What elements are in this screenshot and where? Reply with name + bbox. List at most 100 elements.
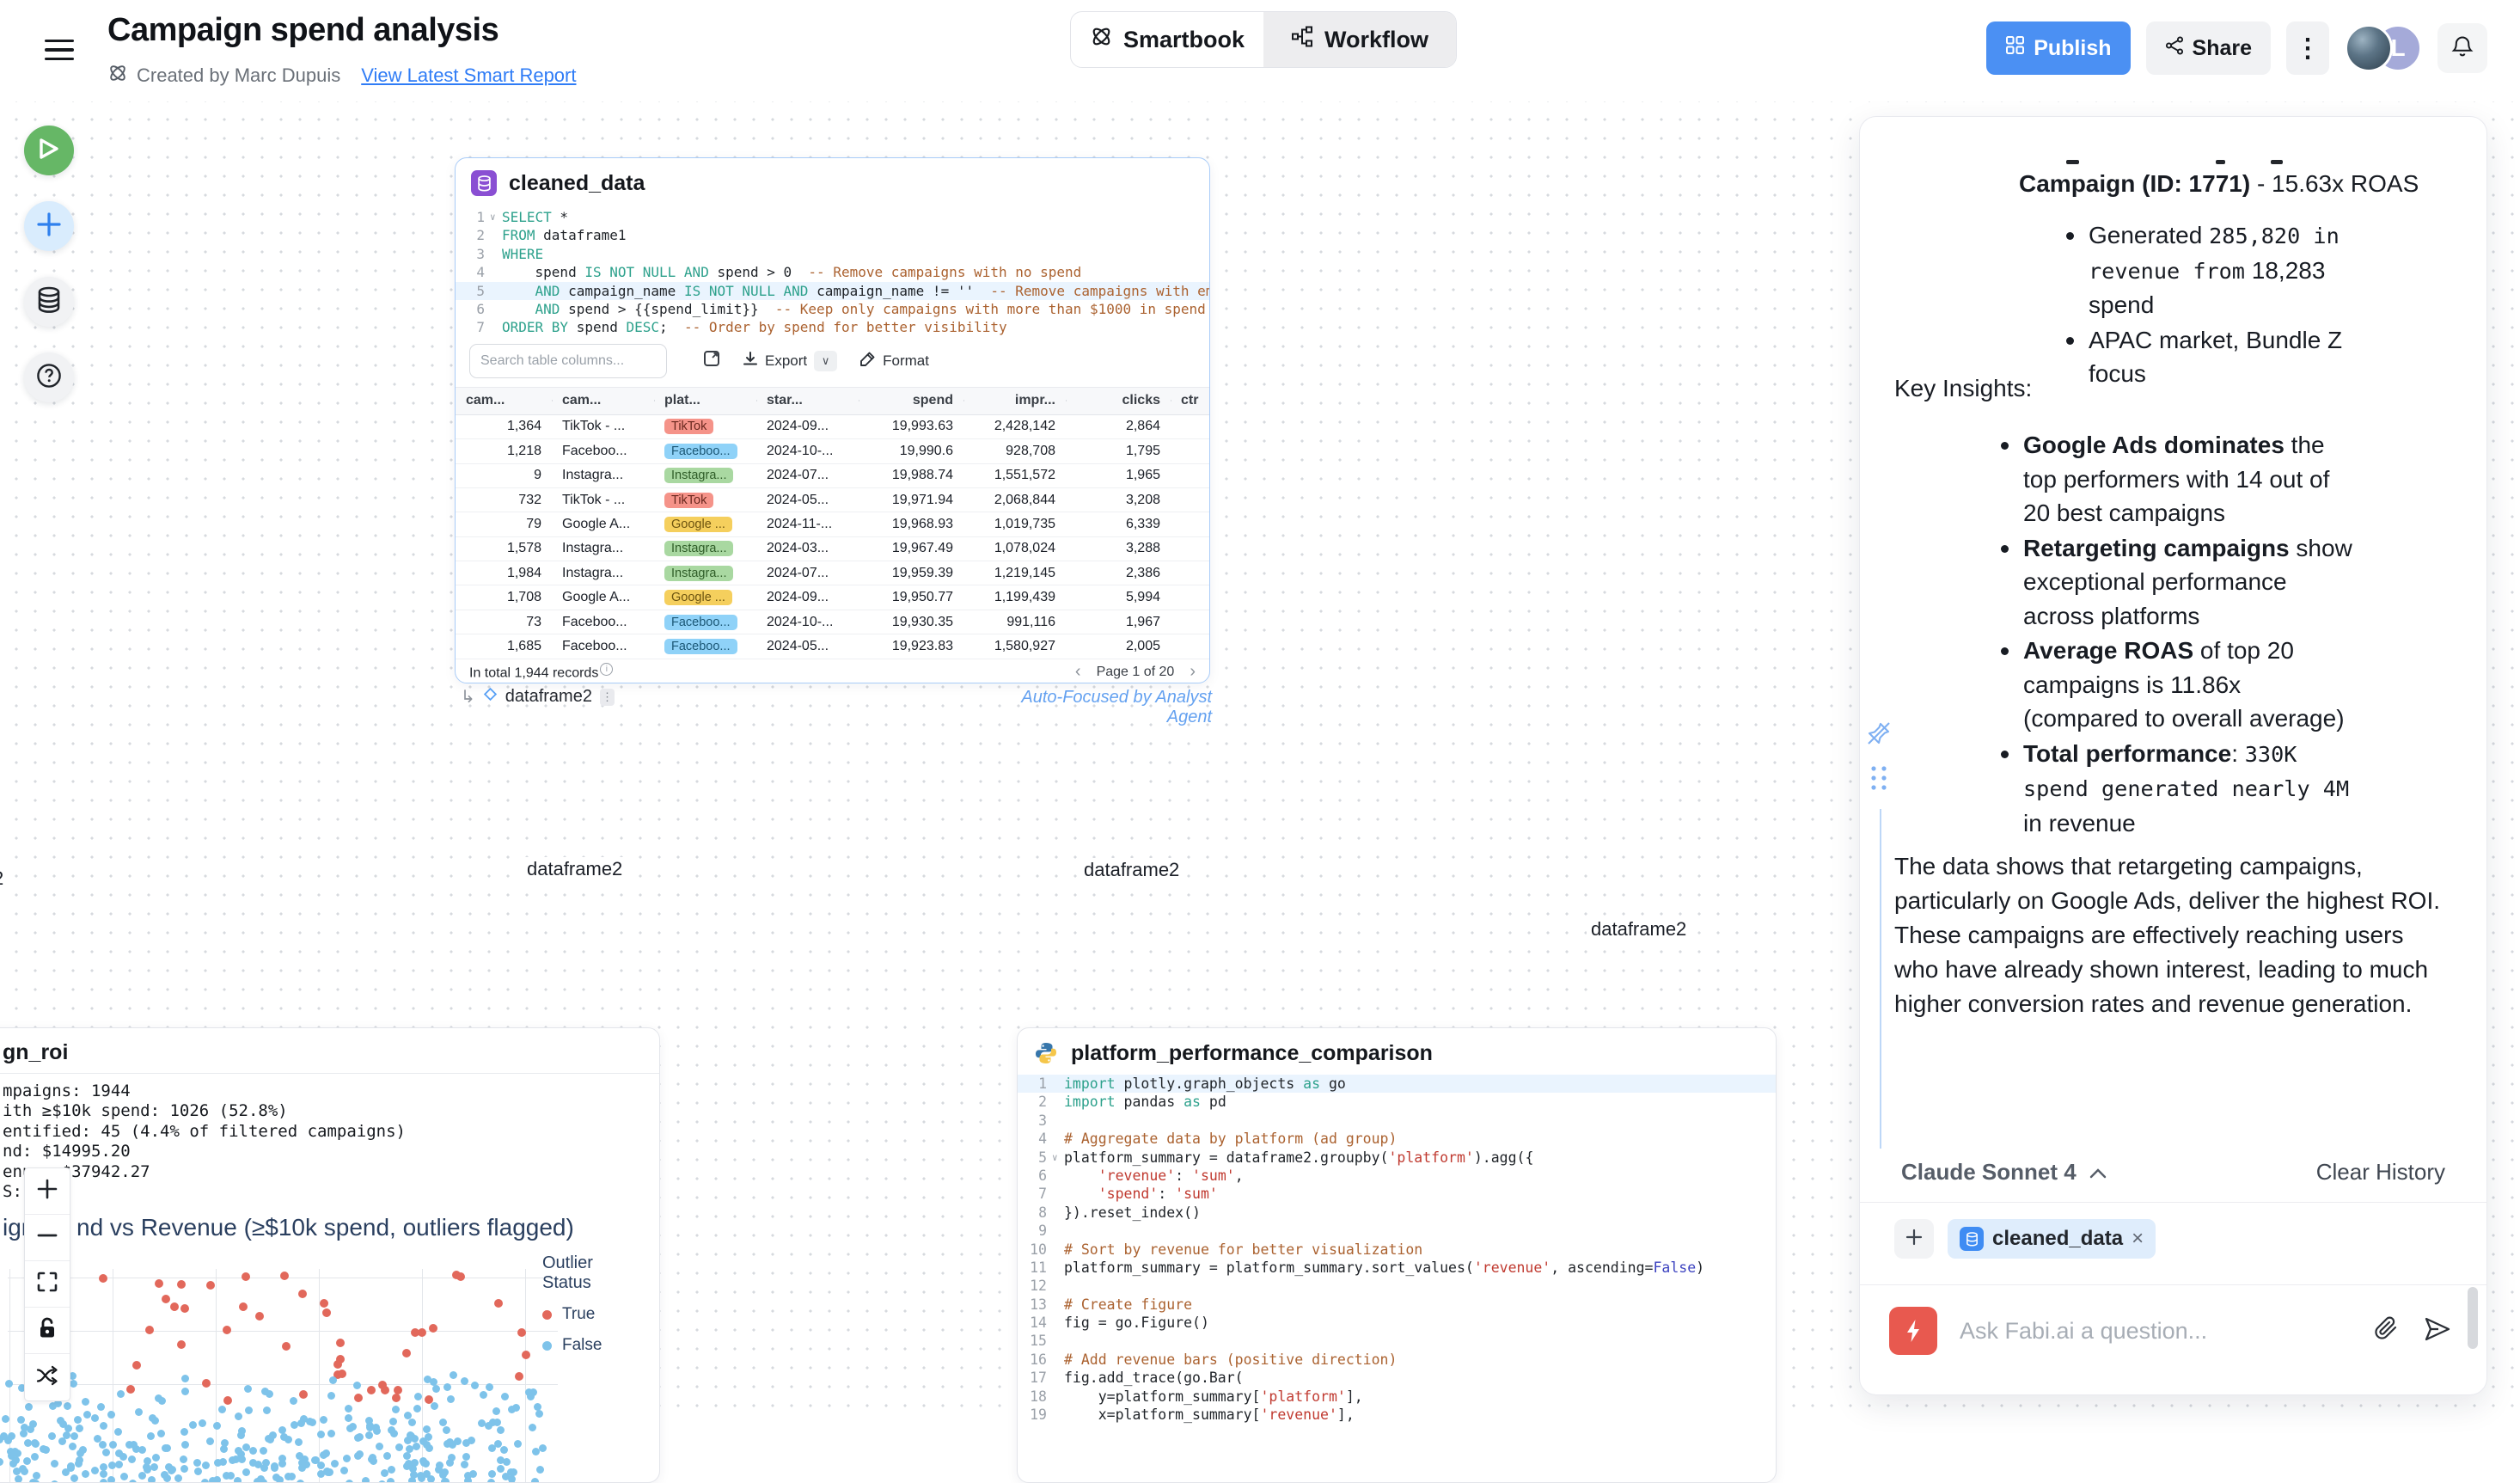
context-chip-cleaned-data[interactable]: cleaned_data × — [1948, 1219, 2156, 1259]
table-row[interactable]: 1,364TikTok - ...TikTok2024-09...19,993.… — [456, 415, 1210, 439]
prev-page-button[interactable]: ‹ — [1075, 662, 1081, 682]
sql-code-editor[interactable]: 1∨SELECT *2FROM dataframe13WHERE4 spend … — [456, 203, 1209, 337]
table-row[interactable]: 1,685Faceboo...Faceboo...2024-05...19,92… — [456, 634, 1210, 659]
scatter-point — [261, 1388, 269, 1395]
table-cell: 1,984 — [456, 566, 552, 581]
tab-workflow[interactable]: Workflow — [1263, 12, 1456, 67]
tab-smartbook[interactable]: Smartbook — [1071, 12, 1263, 67]
column-header[interactable]: star... — [756, 393, 859, 408]
table-cell: 79 — [456, 517, 552, 532]
zoom-out-button[interactable] — [25, 1215, 70, 1261]
column-header[interactable]: cam... — [456, 393, 552, 408]
scatter-point — [356, 1450, 364, 1458]
unpin-icon[interactable] — [1864, 719, 1893, 752]
scatter-point — [336, 1339, 345, 1347]
chat-input[interactable] — [1960, 1318, 2351, 1345]
table-row[interactable]: 1,708Google A...Google ...2024-09...19,9… — [456, 585, 1210, 610]
node-campaign-roi[interactable]: gn_roi mpaigns: 1944 ith ≥$10k spend: 10… — [0, 1027, 660, 1483]
column-header[interactable]: spend — [859, 393, 963, 408]
share-icon — [2165, 36, 2184, 61]
table-row[interactable]: 73Faceboo...Faceboo...2024-10-...19,930.… — [456, 610, 1210, 634]
scatter-point — [213, 1422, 221, 1430]
format-button[interactable]: Format — [859, 351, 929, 371]
attach-file-button[interactable] — [2373, 1314, 2401, 1348]
notifications-button[interactable] — [2437, 23, 2487, 73]
scatter-point — [290, 1397, 297, 1405]
table-row[interactable]: 1,578Instagra...Instagra...2024-03...19,… — [456, 537, 1210, 561]
export-options-button[interactable]: ∨ — [814, 351, 837, 371]
result-table[interactable]: cam...cam...plat...star...spendimpr...cl… — [456, 387, 1210, 659]
scatter-point — [91, 1414, 99, 1422]
next-page-button[interactable]: › — [1190, 662, 1196, 682]
publish-button[interactable]: Publish — [1986, 21, 2130, 75]
column-header[interactable]: cam... — [552, 393, 654, 408]
column-header[interactable]: plat... — [654, 393, 756, 408]
fit-view-icon — [36, 1271, 58, 1297]
table-row[interactable]: 9Instagra...Instagra...2024-07...19,988.… — [456, 464, 1210, 488]
code-line: 7ORDER BY spend DESC; -- Order by spend … — [456, 318, 1209, 336]
shuffle-layout-button[interactable] — [25, 1354, 70, 1400]
drag-handle-icon[interactable] — [1868, 763, 1890, 797]
export-button[interactable]: Export ∨ — [743, 351, 837, 371]
format-icon — [859, 351, 876, 371]
scatter-point — [150, 1463, 158, 1471]
scatter-legend[interactable]: Outlier Status True False — [542, 1253, 644, 1367]
add-context-button[interactable] — [1894, 1219, 1934, 1259]
remove-chip-icon[interactable]: × — [2132, 1227, 2144, 1251]
expand-table-button[interactable] — [703, 350, 720, 371]
tag-more-button[interactable]: ⋮ — [600, 689, 615, 706]
column-header[interactable]: impr... — [963, 393, 1066, 408]
run-workflow-button[interactable] — [24, 126, 74, 175]
help-button[interactable] — [24, 352, 74, 402]
clear-history-button[interactable]: Clear History — [2316, 1159, 2445, 1186]
legend-entry-false[interactable]: False — [542, 1336, 644, 1355]
scatter-point — [312, 1456, 320, 1464]
table-row[interactable]: 732TikTok - ...TikTok2024-05...19,971.94… — [456, 488, 1210, 512]
output-dataframe-tag[interactable]: dataframe2 — [505, 687, 592, 707]
scatter-point — [333, 1360, 342, 1369]
zoom-in-button[interactable] — [25, 1168, 70, 1215]
code-line: 14fig = go.Figure() — [1018, 1314, 1776, 1332]
legend-entry-true[interactable]: True — [542, 1305, 644, 1324]
model-selector[interactable]: Claude Sonnet 4 — [1901, 1159, 2107, 1186]
data-sources-button[interactable] — [24, 277, 74, 327]
table-cell: Faceboo... — [552, 615, 654, 630]
menu-button[interactable] — [45, 40, 74, 62]
send-button[interactable] — [2423, 1315, 2452, 1347]
scatter-point — [76, 1425, 83, 1432]
avatar[interactable] — [2345, 24, 2393, 72]
canvas-controls — [24, 1167, 70, 1401]
table-row[interactable]: 1,218Faceboo...Faceboo...2024-10-...19,9… — [456, 439, 1210, 463]
scatter-point — [181, 1441, 189, 1449]
python-code-editor[interactable]: 1import plotly.graph_objects as go2impor… — [1018, 1075, 1776, 1424]
scatter-point — [69, 1443, 76, 1450]
panel-scrollbar[interactable] — [2468, 1287, 2478, 1349]
latest-report-link[interactable]: View Latest Smart Report — [361, 64, 576, 87]
column-header[interactable]: clicks — [1066, 393, 1171, 408]
node-platform-performance-comparison[interactable]: platform_performance_comparison 1import … — [1017, 1027, 1777, 1483]
share-button[interactable]: Share — [2146, 21, 2271, 75]
lock-button[interactable] — [25, 1308, 70, 1354]
pagination: ‹ Page 1 of 20 › — [1075, 662, 1196, 682]
add-node-button[interactable] — [24, 201, 74, 251]
python-node-icon — [1033, 1040, 1059, 1066]
scatter-point — [109, 1441, 117, 1449]
code-line: 6 'revenue': 'sum', — [1018, 1167, 1776, 1185]
fit-view-button[interactable] — [25, 1261, 70, 1308]
column-header[interactable]: ctr — [1171, 393, 1210, 408]
platform-badge: Instagra... — [664, 541, 733, 556]
scatter-point — [345, 1414, 352, 1422]
node-cleaned-data[interactable]: cleaned_data 1∨SELECT *2FROM dataframe13… — [455, 157, 1210, 683]
table-cell: 2024-11-... — [756, 517, 859, 532]
table-row[interactable]: 79Google A...Google ...2024-11-...19,968… — [456, 512, 1210, 536]
table-cell: 2024-09... — [756, 419, 859, 434]
table-cell: Faceboo... — [552, 639, 654, 654]
scatter-point — [320, 1299, 328, 1308]
scatter-point — [138, 1446, 146, 1454]
more-options-button[interactable]: ⋮ — [2286, 21, 2329, 75]
scatter-point — [58, 1437, 66, 1445]
scatter-point — [367, 1386, 376, 1394]
table-search-input[interactable] — [469, 344, 667, 378]
table-row[interactable]: 1,984Instagra...Instagra...2024-07...19,… — [456, 561, 1210, 585]
scatter-point — [70, 1474, 78, 1482]
